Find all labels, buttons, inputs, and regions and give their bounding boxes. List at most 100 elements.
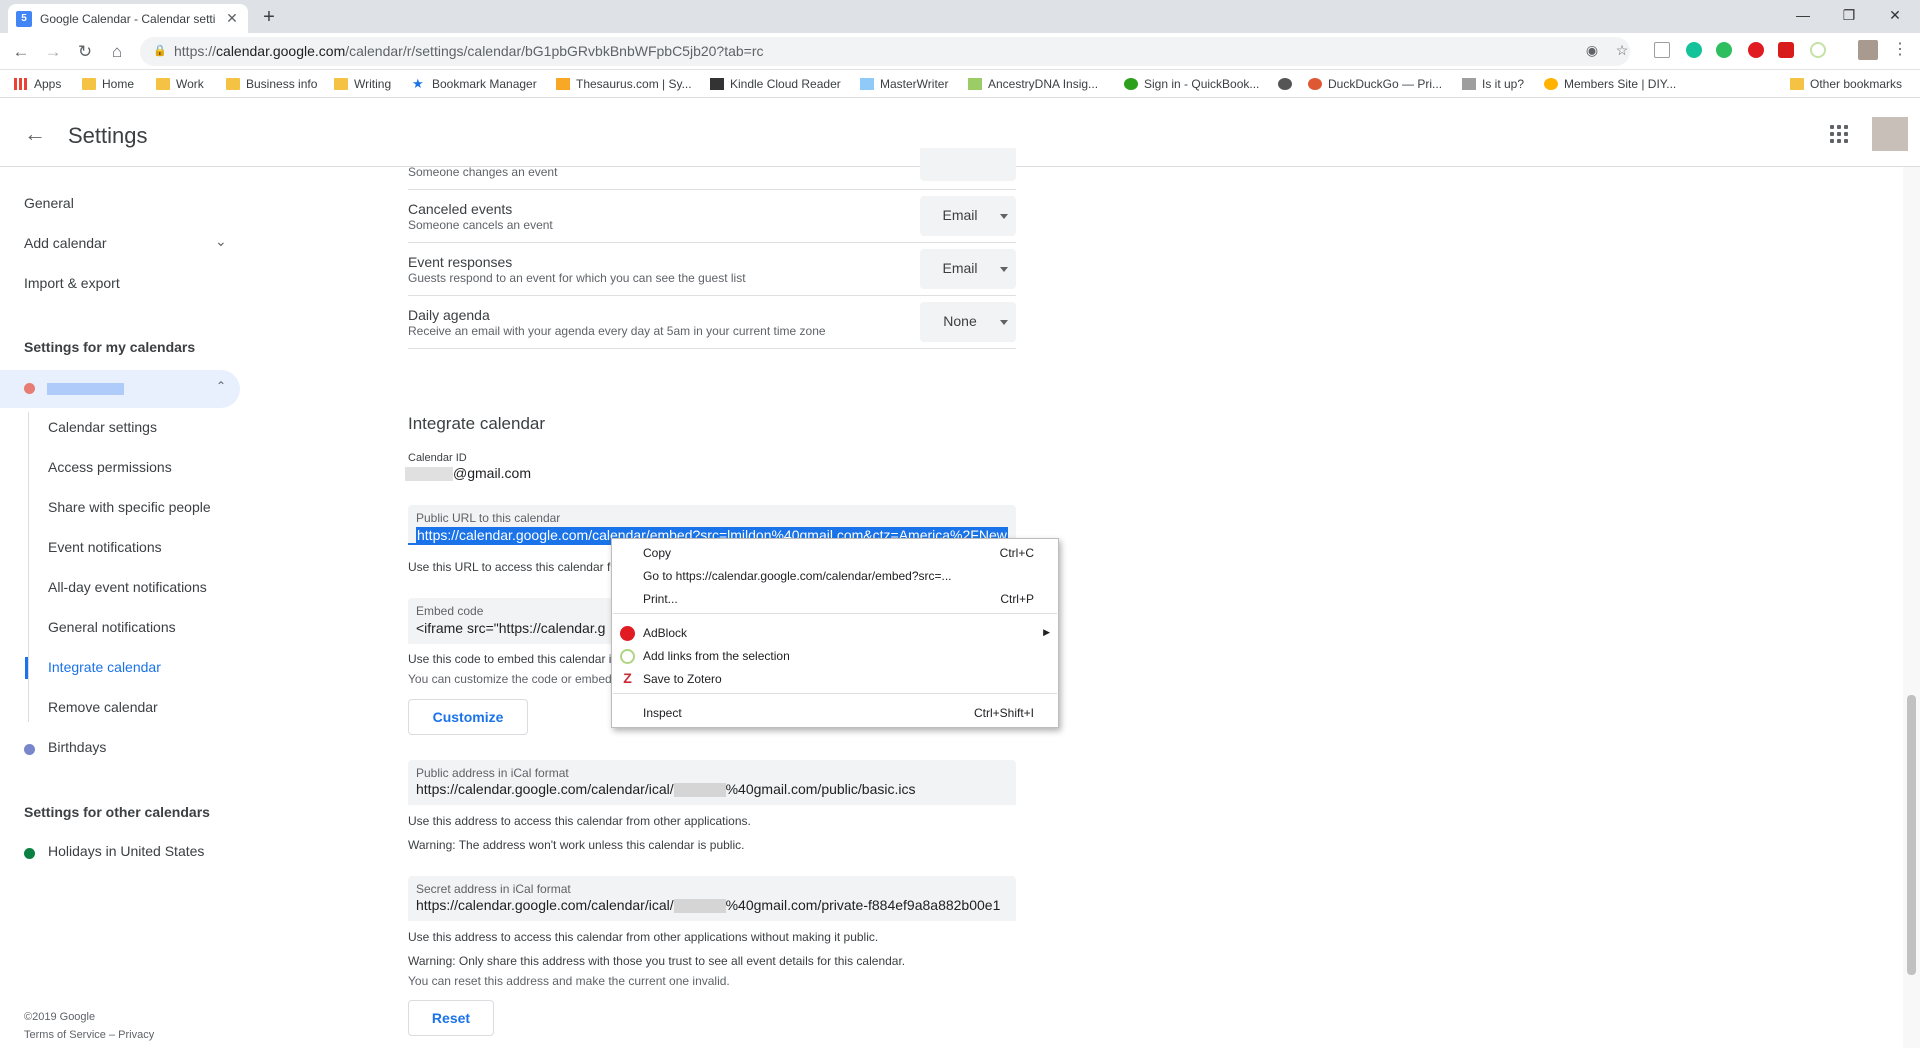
chevron-up-icon[interactable]: ⌃ bbox=[216, 379, 226, 393]
bookmark-writing[interactable]: Writing bbox=[334, 76, 391, 92]
menu-item-label: Print... bbox=[643, 592, 678, 606]
bookmark-is-it-up[interactable]: Is it up? bbox=[1462, 76, 1524, 92]
bookmark-label: Bookmark Manager bbox=[432, 77, 537, 91]
sidebar-item-share[interactable]: Share with specific people bbox=[48, 499, 211, 515]
bookmark-members-site[interactable]: Members Site | DIY... bbox=[1544, 76, 1676, 92]
adblock-icon bbox=[620, 626, 635, 641]
ical-secret-field[interactable]: Secret address in iCal format https://ca… bbox=[408, 876, 1016, 921]
sidebar-item-holidays[interactable]: Holidays in United States bbox=[48, 843, 204, 859]
canceled-events-select[interactable]: Email bbox=[920, 196, 1016, 236]
bookmark-apps[interactable]: Apps bbox=[14, 76, 61, 92]
divider bbox=[408, 348, 1016, 349]
bookmark-quickbooks[interactable]: Sign in - QuickBook... bbox=[1124, 76, 1259, 92]
sidebar-item-add-calendar[interactable]: Add calendar bbox=[24, 235, 107, 251]
browser-tab[interactable]: 5 Google Calendar - Calendar setti ✕ bbox=[8, 4, 248, 33]
opera-extension-icon[interactable] bbox=[1748, 42, 1764, 58]
bookmark-work[interactable]: Work bbox=[156, 76, 204, 92]
menu-item-go-to[interactable]: Go to https://calendar.google.com/calend… bbox=[612, 565, 1058, 587]
forward-icon[interactable]: → bbox=[40, 39, 66, 65]
privacy-link[interactable]: Privacy bbox=[118, 1029, 154, 1041]
event-responses-select[interactable]: Email bbox=[920, 249, 1016, 289]
public-url-help: Use this URL to access this calendar f bbox=[408, 560, 611, 574]
canceled-events-sub: Someone cancels an event bbox=[408, 218, 553, 232]
sidebar-item-import-export[interactable]: Import & export bbox=[24, 275, 120, 291]
sidebar-item-integrate-calendar[interactable]: Integrate calendar bbox=[48, 659, 161, 675]
grammarly-extension-icon[interactable] bbox=[1686, 42, 1702, 58]
terms-link[interactable]: Terms of Service bbox=[24, 1029, 106, 1041]
ical-public-value[interactable]: https://calendar.google.com/calendar/ica… bbox=[416, 781, 915, 798]
other-calendars-heading: Settings for other calendars bbox=[24, 804, 210, 820]
menu-item-inspect[interactable]: Inspect Ctrl+Shift+I bbox=[612, 702, 1058, 724]
menu-item-shortcut: Ctrl+C bbox=[999, 546, 1034, 560]
folder-icon bbox=[334, 78, 348, 90]
home-icon[interactable]: ⌂ bbox=[104, 39, 130, 65]
evernote-extension-icon[interactable] bbox=[1716, 42, 1732, 58]
menu-item-add-links[interactable]: Add links from the selection bbox=[612, 645, 1058, 667]
bookmark-globe[interactable] bbox=[1278, 76, 1298, 92]
profile-icon[interactable] bbox=[1858, 40, 1878, 60]
sidebar-item-general-notifications[interactable]: General notifications bbox=[48, 619, 176, 635]
redacted-username bbox=[673, 899, 726, 914]
menu-item-zotero[interactable]: Z Save to Zotero bbox=[612, 668, 1058, 690]
sidebar-item-event-notifications[interactable]: Event notifications bbox=[48, 539, 162, 555]
menu-item-label: Add links from the selection bbox=[643, 649, 790, 663]
restore-icon[interactable]: ❐ bbox=[1826, 0, 1872, 30]
bookmark-star-icon[interactable]: ☆ bbox=[1614, 42, 1630, 58]
bookmark-masterwriter[interactable]: MasterWriter bbox=[860, 76, 948, 92]
new-tab-icon[interactable]: + bbox=[256, 6, 282, 28]
tab-close-icon[interactable]: ✕ bbox=[224, 10, 240, 27]
sidebar-item-calendar-settings[interactable]: Calendar settings bbox=[48, 419, 157, 435]
tab-title: Google Calendar - Calendar setti bbox=[40, 11, 216, 26]
bookmark-business-info[interactable]: Business info bbox=[226, 76, 317, 92]
bookmark-bookmark-manager[interactable]: ★ Bookmark Manager bbox=[412, 76, 537, 92]
changed-events-select-partial[interactable] bbox=[920, 148, 1016, 181]
address-bar[interactable]: 🔒 https://calendar.google.com/calendar/r… bbox=[140, 37, 1630, 66]
ical-secret-value[interactable]: https://calendar.google.com/calendar/ica… bbox=[416, 897, 1000, 914]
redacted-username bbox=[405, 467, 453, 482]
reader-extension-icon[interactable] bbox=[1654, 42, 1670, 58]
back-arrow-icon[interactable]: ← bbox=[24, 121, 46, 147]
sidebar-item-birthdays[interactable]: Birthdays bbox=[48, 739, 106, 755]
avatar[interactable] bbox=[1872, 117, 1908, 151]
google-apps-icon[interactable] bbox=[1830, 125, 1848, 143]
scrollbar-thumb[interactable] bbox=[1907, 695, 1916, 975]
menu-item-copy[interactable]: Copy Ctrl+C bbox=[612, 542, 1058, 564]
window-close-icon[interactable]: ✕ bbox=[1872, 0, 1918, 30]
daily-agenda-sub: Receive an email with your agenda every … bbox=[408, 324, 826, 338]
ancestry-icon bbox=[968, 78, 982, 90]
public-url-label: Public URL to this calendar bbox=[416, 511, 561, 525]
select-value: Email bbox=[942, 260, 978, 276]
bookmark-kindle[interactable]: Kindle Cloud Reader bbox=[710, 76, 841, 92]
menu-separator bbox=[613, 693, 1057, 694]
reload-icon[interactable]: ↻ bbox=[72, 39, 98, 65]
bookmark-label: Is it up? bbox=[1482, 77, 1525, 91]
circle-extension-icon[interactable] bbox=[1810, 42, 1826, 58]
bookmark-duckduckgo[interactable]: DuckDuckGo — Pri... bbox=[1308, 76, 1442, 92]
bookmark-home[interactable]: Home bbox=[82, 76, 134, 92]
footer-links: Terms of Service – Privacy bbox=[24, 1029, 154, 1041]
changed-events-sub: Someone changes an event bbox=[408, 165, 558, 179]
bookmark-ancestry[interactable]: AncestryDNA Insig... bbox=[968, 76, 1098, 92]
sidebar-item-general[interactable]: General bbox=[24, 195, 74, 211]
daily-agenda-select[interactable]: None bbox=[920, 302, 1016, 342]
minimize-icon[interactable]: — bbox=[1780, 0, 1826, 30]
url-path: /calendar/r/settings/calendar/bG1pbGRvbk… bbox=[345, 43, 764, 59]
bookmark-thesaurus[interactable]: Thesaurus.com | Sy... bbox=[556, 76, 692, 92]
menu-item-print[interactable]: Print... Ctrl+P bbox=[612, 588, 1058, 610]
sidebar-item-access-permissions[interactable]: Access permissions bbox=[48, 459, 172, 475]
context-menu: Copy Ctrl+C Go to https://calendar.google… bbox=[611, 538, 1059, 728]
embed-code-value[interactable]: <iframe src="https://calendar.g bbox=[416, 620, 605, 636]
back-icon[interactable]: ← bbox=[8, 39, 34, 65]
ical-public-field[interactable]: Public address in iCal format https://ca… bbox=[408, 760, 1016, 805]
sidebar-item-all-day-notifications[interactable]: All-day event notifications bbox=[48, 579, 207, 595]
eye-icon[interactable]: ◉ bbox=[1584, 42, 1600, 58]
dropdown-caret-icon bbox=[1000, 214, 1008, 219]
menu-item-adblock[interactable]: AdBlock ▶ bbox=[612, 622, 1058, 644]
sidebar-item-remove-calendar[interactable]: Remove calendar bbox=[48, 699, 158, 715]
menu-kebab-icon[interactable]: ⋮ bbox=[1892, 42, 1908, 58]
bookmark-other[interactable]: Other bookmarks bbox=[1790, 76, 1902, 92]
reset-button[interactable]: Reset bbox=[408, 1000, 494, 1036]
adblock-extension-icon[interactable] bbox=[1778, 42, 1794, 58]
customize-button[interactable]: Customize bbox=[408, 699, 528, 735]
chevron-down-icon[interactable]: ⌄ bbox=[215, 233, 227, 250]
